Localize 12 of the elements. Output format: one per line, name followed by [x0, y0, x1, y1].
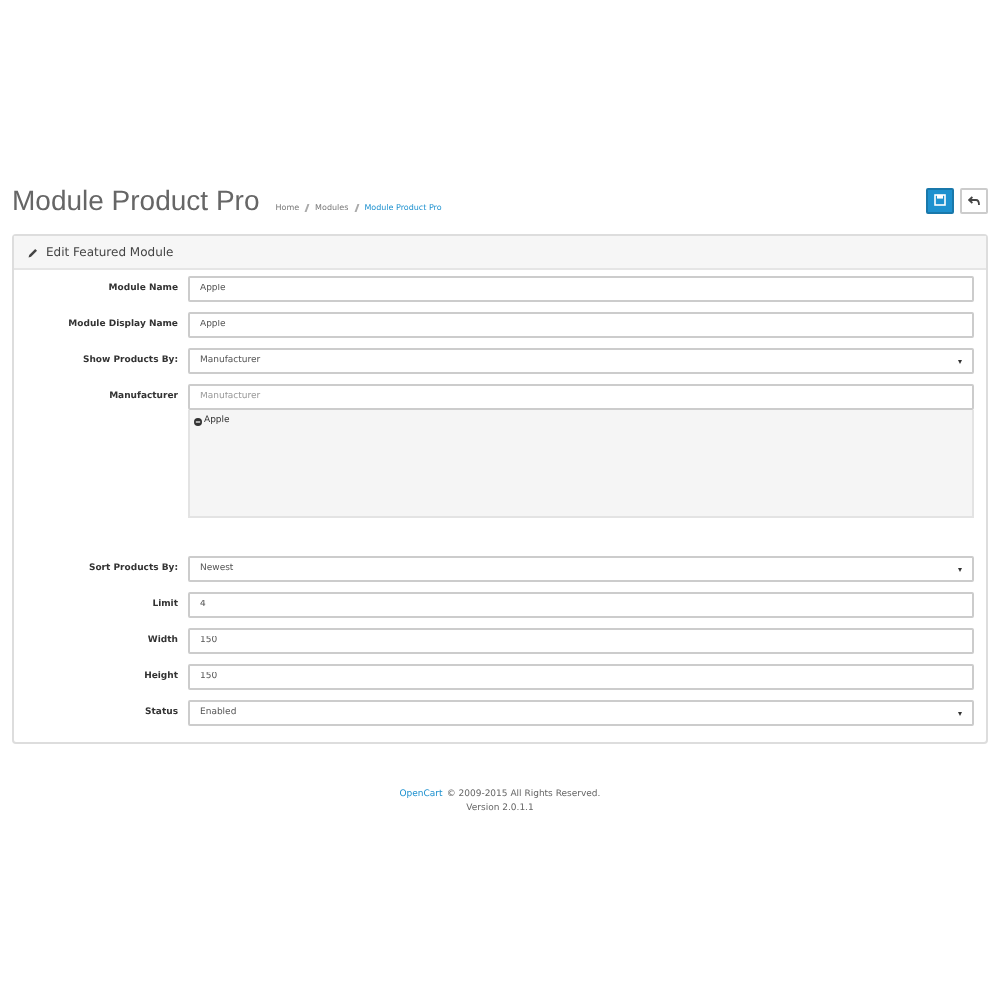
breadcrumb-separator	[353, 203, 359, 211]
caret-icon	[958, 359, 962, 363]
save-icon	[934, 194, 946, 206]
breadcrumb-separator	[304, 203, 310, 211]
caret-icon	[958, 711, 962, 715]
back-button[interactable]	[960, 187, 988, 213]
reply-arrow-icon	[968, 195, 980, 205]
caret-icon	[958, 567, 962, 571]
save-button[interactable]	[926, 187, 954, 213]
remove-icon[interactable]	[194, 417, 202, 425]
pencil-icon	[28, 247, 38, 257]
page-title: Module Product Pro	[12, 184, 260, 216]
